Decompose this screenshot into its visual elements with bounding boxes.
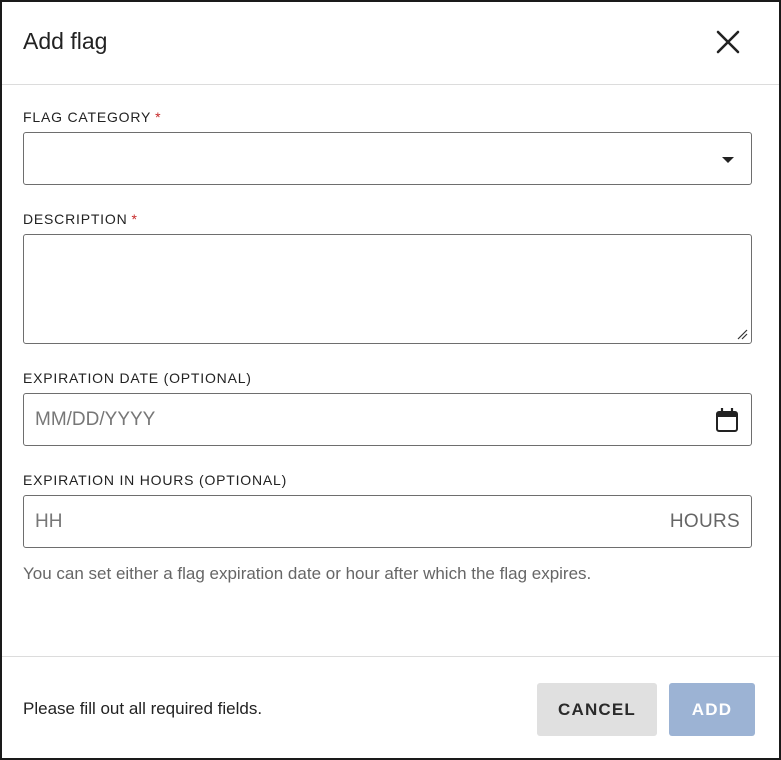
hours-suffix: HOURS (669, 511, 740, 532)
close-button[interactable] (710, 24, 746, 60)
validation-message: Please fill out all required fields. (23, 699, 263, 718)
expiration-date-placeholder: MM/DD/YYYY (35, 409, 156, 430)
expiration-help-text: You can set either a flag expiration dat… (23, 564, 592, 583)
cancel-button[interactable]: CANCEL (537, 683, 657, 736)
expiration-date-label: EXPIRATION DATE (OPTIONAL) (23, 370, 252, 386)
resize-grip-icon[interactable] (736, 328, 748, 340)
flag-category-label: FLAG CATEGORY * (23, 109, 162, 125)
description-textarea[interactable] (23, 234, 752, 344)
calendar-icon[interactable] (715, 407, 739, 433)
dialog-header: Add flag (2, 2, 779, 85)
close-icon (716, 30, 740, 54)
expiration-hours-placeholder: HH (35, 511, 63, 532)
add-button[interactable]: ADD (669, 683, 755, 736)
dropdown-arrow-icon (722, 157, 734, 163)
expiration-hours-label: EXPIRATION IN HOURS (OPTIONAL) (23, 472, 288, 488)
dialog-footer: Please fill out all required fields. CAN… (2, 656, 779, 758)
expiration-date-input[interactable]: MM/DD/YYYY (23, 393, 752, 446)
required-asterisk: * (155, 109, 162, 125)
flag-category-select[interactable] (23, 132, 752, 185)
expiration-hours-input[interactable]: HH HOURS (23, 495, 752, 548)
add-flag-dialog: Add flag FLAG CATEGORY * DESCRIPTION * EXP… (0, 0, 781, 760)
required-asterisk: * (131, 211, 138, 227)
description-label: DESCRIPTION * (23, 211, 138, 227)
dialog-title: Add flag (23, 28, 108, 54)
